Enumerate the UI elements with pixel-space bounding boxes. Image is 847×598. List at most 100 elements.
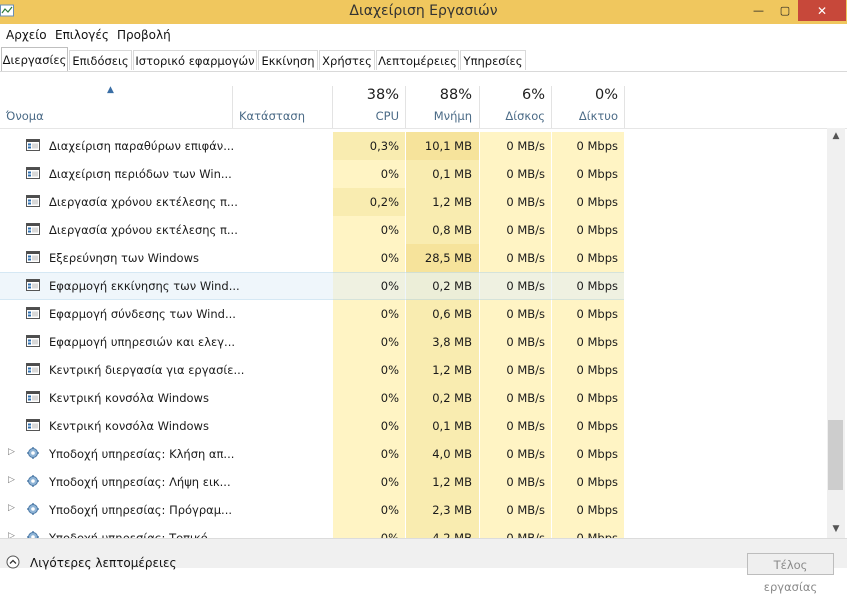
column-divider (405, 86, 406, 128)
process-memory-value: 4,2 MB (432, 531, 472, 538)
process-disk-value: 0 MB/s (506, 531, 545, 538)
process-name: Διαχείριση παραθύρων επιφάν... (49, 139, 235, 153)
process-row[interactable]: Διαχείριση περιόδων των Win... 0% 0,1 MB 0 … (0, 160, 827, 188)
disk-total-percent[interactable]: 6% (480, 87, 545, 103)
column-header-cpu[interactable]: CPU (333, 109, 399, 123)
app-window-icon (26, 139, 40, 151)
menu-bar: Αρχείο Επιλογές Προβολή (0, 24, 847, 46)
process-name: Εφαρμογή εκκίνησης των Wind... (49, 279, 240, 293)
process-name: Διαχείριση περιόδων των Win... (49, 167, 232, 181)
gear-icon (27, 503, 39, 515)
process-name: Εφαρμογή υπηρεσιών και ελεγ... (49, 335, 236, 349)
process-disk-value: 0 MB/s (506, 335, 545, 349)
tab-performance[interactable]: Επιδόσεις (69, 50, 132, 70)
process-network-value: 0 Mbps (576, 167, 619, 181)
end-task-button[interactable]: Τέλος εργασίας (747, 553, 834, 594)
process-name: Υποδοχή υπηρεσίας: Λήψη εικ... (49, 475, 231, 489)
scrollbar-thumb[interactable] (828, 420, 843, 490)
column-header-network[interactable]: Δίκτυο (552, 109, 618, 123)
column-header-status[interactable]: Κατάσταση (239, 109, 305, 123)
process-cpu-value: 0% (380, 503, 399, 517)
app-window-icon (26, 307, 40, 319)
process-cpu-value: 0% (380, 335, 399, 349)
process-row[interactable]: Κεντρική κονσόλα Windows 0% 0,1 MB 0 MB/s 0 … (0, 412, 827, 440)
process-memory-value: 1,2 MB (432, 363, 472, 377)
process-row[interactable]: Διεργασία χρόνου εκτέλεσης π... 0% 0,8 MB 0… (0, 216, 827, 244)
tab-users[interactable]: Χρήστες (319, 50, 375, 70)
process-row[interactable]: Εφαρμογή σύνδεσης των Wind... 0% 0,6 MB 0 M… (0, 300, 827, 328)
maximize-button[interactable]: ▢ (772, 0, 798, 21)
process-disk-value: 0 MB/s (506, 307, 545, 321)
fewer-details-link[interactable]: Λιγότερες λεπτομέρειες (30, 556, 177, 570)
app-window-icon (26, 391, 40, 403)
process-name: Διεργασία χρόνου εκτέλεσης π... (49, 223, 238, 237)
column-header-name[interactable]: Όνομα (6, 109, 44, 123)
minimize-button[interactable]: — (745, 0, 772, 21)
process-row[interactable]: Εφαρμογή εκκίνησης των Wind... 0% 0,2 MB 0 … (0, 272, 827, 300)
process-memory-value: 0,8 MB (432, 223, 472, 237)
column-header-disk[interactable]: Δίσκος (480, 109, 545, 123)
app-window-icon (26, 335, 40, 347)
process-network-value: 0 Mbps (576, 223, 619, 237)
process-disk-value: 0 MB/s (506, 279, 545, 293)
process-row[interactable]: ▷ Υποδοχή υπηρεσίας: Τοπικό... 0% 4,2 MB 0 M… (0, 524, 827, 538)
process-name: Διεργασία χρόνου εκτέλεσης π... (49, 195, 238, 209)
process-name: Υποδοχή υπηρεσίας: Κλήση απ... (49, 447, 235, 461)
task-manager-icon (0, 4, 14, 17)
app-window-icon (26, 195, 40, 207)
process-disk-value: 0 MB/s (506, 167, 545, 181)
process-network-value: 0 Mbps (576, 363, 619, 377)
process-row[interactable]: Εφαρμογή υπηρεσιών και ελεγ... 0% 3,8 MB 0 … (0, 328, 827, 356)
process-row[interactable]: Διαχείριση παραθύρων επιφάν... 0,3% 10,1 M… (0, 132, 827, 160)
gear-icon (27, 475, 39, 487)
expand-arrow-icon[interactable]: ▷ (8, 503, 15, 513)
scroll-down-arrow-icon[interactable]: ▼ (827, 521, 845, 538)
tab-startup[interactable]: Εκκίνηση (258, 50, 318, 70)
tab-processes[interactable]: Διεργασίες (1, 47, 68, 71)
process-name: Υποδοχή υπηρεσίας: Τοπικό... (49, 531, 219, 538)
menu-file[interactable]: Αρχείο (6, 28, 47, 42)
cpu-total-percent[interactable]: 38% (333, 87, 399, 103)
process-name: Κεντρική διεργασία για εργασίε... (49, 363, 245, 377)
tab-services[interactable]: Υπηρεσίες (460, 50, 526, 70)
close-button[interactable]: ✕ (798, 0, 846, 21)
tab-app-history[interactable]: Ιστορικό εφαρμογών (133, 50, 257, 70)
memory-total-percent[interactable]: 88% (407, 87, 472, 103)
process-cpu-value: 0% (380, 363, 399, 377)
process-memory-value: 0,6 MB (432, 307, 472, 321)
process-memory-value: 0,1 MB (432, 419, 472, 433)
process-row[interactable]: ▷ Υποδοχή υπηρεσίας: Λήψη εικ... 0% 1,2 MB 0… (0, 468, 827, 496)
process-row[interactable]: Κεντρική διεργασία για εργασίε... 0% 1,2 M… (0, 356, 827, 384)
expand-arrow-icon[interactable]: ▷ (8, 475, 15, 485)
process-disk-value: 0 MB/s (506, 251, 545, 265)
app-window-icon (26, 279, 40, 291)
menu-options[interactable]: Επιλογές (55, 28, 109, 42)
process-cpu-value: 0% (380, 307, 399, 321)
process-row[interactable]: ▷ Υποδοχή υπηρεσίας: Πρόγραμ... 0% 2,3 MB 0 … (0, 496, 827, 524)
sort-ascending-icon: ▲ (107, 85, 114, 95)
vertical-scrollbar[interactable]: ▲ ▼ (827, 128, 845, 538)
network-total-percent[interactable]: 0% (552, 87, 618, 103)
tab-details[interactable]: Λεπτομέρειες (376, 50, 459, 70)
app-window-icon (26, 223, 40, 235)
process-row[interactable]: Διεργασία χρόνου εκτέλεσης π... 0,2% 1,2 M… (0, 188, 827, 216)
process-memory-value: 0,2 MB (432, 279, 472, 293)
footer-bar: Λιγότερες λεπτομέρειες Τέλος εργασίας (0, 538, 847, 594)
process-disk-value: 0 MB/s (506, 475, 545, 489)
process-network-value: 0 Mbps (576, 139, 619, 153)
app-window-icon (26, 419, 40, 431)
process-row[interactable]: ▷ Υποδοχή υπηρεσίας: Κλήση απ... 0% 4,0 MB 0… (0, 440, 827, 468)
column-divider (551, 86, 552, 128)
expand-arrow-icon[interactable]: ▷ (8, 531, 15, 538)
column-header-memory[interactable]: Μνήμη (407, 109, 472, 123)
process-network-value: 0 Mbps (576, 391, 619, 405)
process-row[interactable]: Κεντρική κονσόλα Windows 0% 0,2 MB 0 MB/s 0 … (0, 384, 827, 412)
process-name: Εξερεύνηση των Windows (49, 251, 199, 265)
process-memory-value: 28,5 MB (424, 251, 472, 265)
scroll-up-arrow-icon[interactable]: ▲ (827, 128, 845, 145)
expand-arrow-icon[interactable]: ▷ (8, 447, 15, 457)
menu-view[interactable]: Προβολή (117, 28, 171, 42)
process-memory-value: 1,2 MB (432, 195, 472, 209)
process-cpu-value: 0% (380, 531, 399, 538)
process-row[interactable]: Εξερεύνηση των Windows 0% 28,5 MB 0 MB/s 0 M… (0, 244, 827, 272)
